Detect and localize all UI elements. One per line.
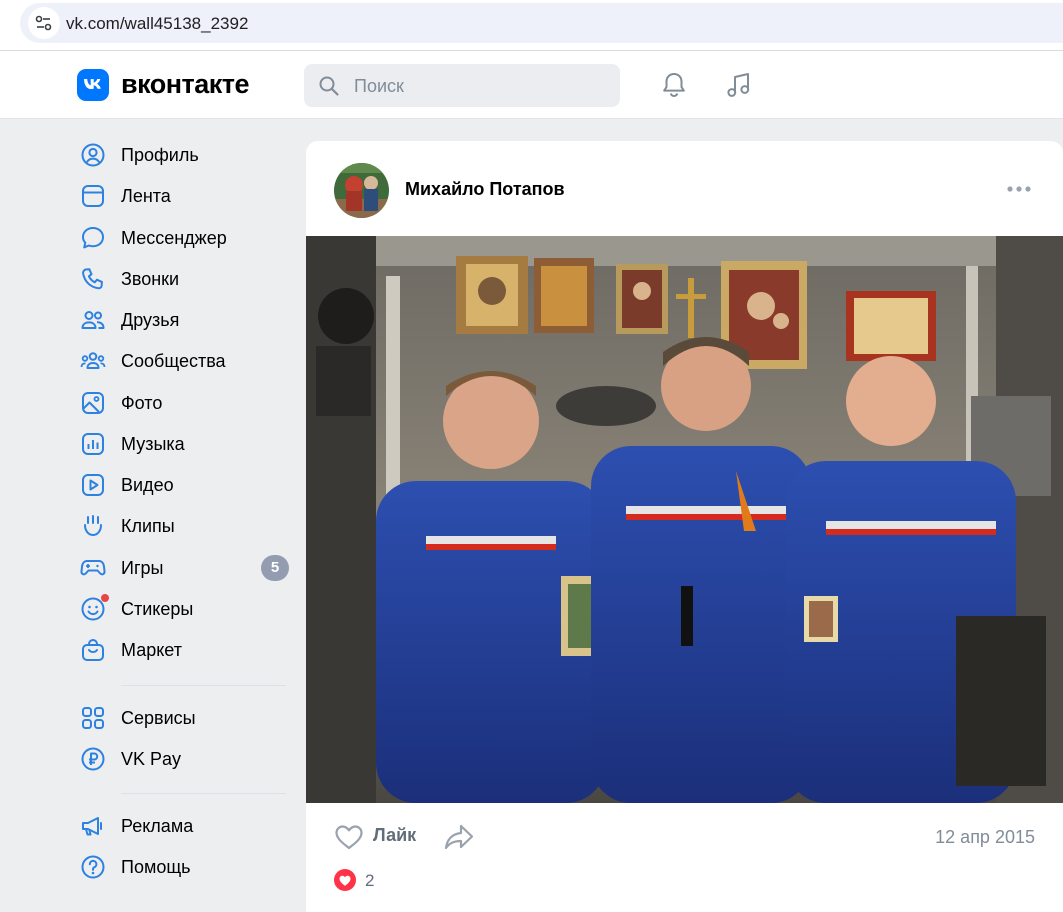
profile-icon bbox=[80, 142, 106, 168]
sidebar-item-label: Профиль bbox=[121, 145, 199, 165]
vkpay-icon bbox=[80, 746, 106, 772]
sidebar-item-label: Музыка bbox=[121, 434, 185, 454]
sidebar-item-label: Сервисы bbox=[121, 708, 196, 728]
sidebar-item-calls[interactable]: Звонки bbox=[80, 261, 295, 297]
site-header: вконтакте Поиск bbox=[0, 51, 1063, 119]
share-icon[interactable] bbox=[443, 823, 475, 856]
games-badge: 5 bbox=[261, 555, 289, 581]
avatar[interactable] bbox=[334, 163, 389, 218]
sidebar-item-label: Мессенджер bbox=[121, 228, 227, 248]
sidebar-item-services[interactable]: Сервисы bbox=[80, 700, 295, 736]
browser-toolbar: vk.com/wall45138_2392 bbox=[0, 0, 1063, 51]
sidebar-item-label: Маркет bbox=[121, 640, 182, 660]
messenger-icon bbox=[80, 225, 106, 251]
address-bar[interactable]: vk.com/wall45138_2392 bbox=[20, 3, 1063, 43]
sidebar-item-photo[interactable]: Фото bbox=[80, 385, 295, 421]
sidebar-item-label: Помощь bbox=[121, 857, 191, 877]
photo-icon bbox=[80, 390, 106, 416]
stickers-notification-dot bbox=[101, 594, 109, 602]
search-placeholder: Поиск bbox=[354, 76, 404, 96]
search-icon bbox=[318, 75, 340, 102]
like-label: Лайк bbox=[373, 825, 417, 845]
sidebar-item-label: VK Pay bbox=[121, 749, 182, 769]
site-settings-icon[interactable] bbox=[28, 7, 60, 39]
reaction-count: 2 bbox=[365, 871, 375, 890]
feed-icon bbox=[80, 183, 106, 209]
services-icon bbox=[80, 705, 106, 731]
sidebar-item-market[interactable]: Маркет bbox=[80, 632, 295, 668]
music-icon bbox=[80, 431, 106, 457]
post-date[interactable]: 12 апр 2015 bbox=[935, 827, 1035, 848]
sidebar-item-stickers[interactable]: Стикеры bbox=[80, 591, 295, 627]
sidebar-item-label: Стикеры bbox=[121, 599, 194, 619]
sidebar-item-messenger[interactable]: Мессенджер bbox=[80, 220, 295, 256]
sidebar-item-label: Фото bbox=[121, 393, 163, 413]
sidebar-item-profile[interactable]: Профиль bbox=[80, 137, 295, 173]
help-icon bbox=[80, 854, 106, 880]
sidebar-item-communities[interactable]: Сообщества bbox=[80, 343, 295, 379]
sidebar-divider bbox=[121, 685, 286, 686]
communities-icon bbox=[80, 348, 106, 374]
sidebar-item-label: Друзья bbox=[121, 310, 180, 330]
phone-icon bbox=[80, 266, 106, 292]
sidebar-item-label: Игры bbox=[121, 558, 164, 578]
video-icon bbox=[80, 472, 106, 498]
heart-reaction-icon bbox=[334, 869, 356, 891]
music-note-icon[interactable] bbox=[724, 70, 754, 105]
sidebar-item-clips[interactable]: Клипы bbox=[80, 508, 295, 544]
sidebar-item-ads[interactable]: Реклама bbox=[80, 808, 295, 844]
more-options-icon[interactable] bbox=[1007, 180, 1031, 198]
sidebar-item-label: Реклама bbox=[121, 816, 194, 836]
sidebar-item-help[interactable]: Помощь bbox=[80, 849, 295, 885]
search-input[interactable]: Поиск bbox=[304, 64, 620, 107]
sidebar-item-label: Клипы bbox=[121, 516, 175, 536]
like-button[interactable]: Лайк bbox=[334, 822, 450, 852]
sidebar-item-label: Звонки bbox=[121, 269, 180, 289]
sidebar-item-label: Сообщества bbox=[121, 351, 226, 371]
heart-outline-icon bbox=[334, 824, 364, 855]
left-sidebar: Профиль Лента Мессенджер Звонки Друзья С… bbox=[0, 119, 300, 912]
sidebar-item-music[interactable]: Музыка bbox=[80, 426, 295, 462]
market-icon bbox=[80, 637, 106, 663]
wall-post: Михайло Потапов Лайк 12 апр 2015 2 bbox=[306, 141, 1063, 912]
post-author[interactable]: Михайло Потапов bbox=[405, 179, 565, 200]
friends-icon bbox=[80, 307, 106, 333]
bell-icon[interactable] bbox=[659, 70, 689, 105]
ads-icon bbox=[80, 813, 106, 839]
logo-text[interactable]: вконтакте bbox=[121, 69, 250, 100]
post-photo[interactable] bbox=[306, 236, 1063, 803]
sidebar-item-friends[interactable]: Друзья bbox=[80, 302, 295, 338]
clips-icon bbox=[80, 513, 106, 539]
sidebar-item-video[interactable]: Видео bbox=[80, 467, 295, 503]
sidebar-divider bbox=[121, 793, 286, 794]
sidebar-item-vkpay[interactable]: VK Pay bbox=[80, 741, 295, 777]
sidebar-item-label: Лента bbox=[121, 186, 171, 206]
games-icon bbox=[80, 555, 106, 581]
url-text[interactable]: vk.com/wall45138_2392 bbox=[66, 14, 248, 34]
sidebar-item-label: Видео bbox=[121, 475, 174, 495]
vk-logo-icon[interactable] bbox=[77, 69, 109, 101]
sidebar-item-games[interactable]: Игры 5 bbox=[80, 550, 295, 586]
sidebar-item-feed[interactable]: Лента bbox=[80, 178, 295, 214]
